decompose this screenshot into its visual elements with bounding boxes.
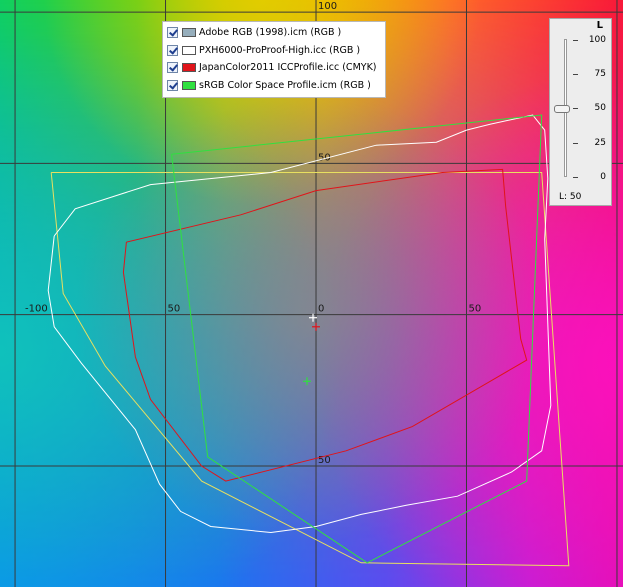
tick-label-x: 50: [468, 304, 481, 315]
legend-label: PXH6000-ProProof-High.icc (RGB ): [199, 44, 361, 56]
legend-item-pxh6000[interactable]: PXH6000-ProProof-High.icc (RGB ): [163, 42, 385, 60]
lightness-readout: L: 50: [559, 192, 582, 202]
legend-swatch: [182, 80, 196, 90]
legend-label: sRGB Color Space Profile.icm (RGB ): [199, 79, 371, 91]
lightness-tick: [573, 143, 578, 144]
lightness-title: L: [596, 20, 603, 31]
tick-label-y: 100: [318, 1, 337, 12]
tick-label-x: 0: [318, 304, 324, 315]
lightness-tick: [573, 177, 578, 178]
legend-item-adobe-rgb[interactable]: Adobe RGB (1998).icm (RGB ): [163, 24, 385, 42]
lightness-tick-label: 25: [594, 138, 606, 148]
lightness-tick-label: 0: [600, 172, 606, 182]
legend-checkbox[interactable]: [167, 27, 178, 39]
lightness-tick: [573, 108, 578, 109]
legend-checkbox[interactable]: [167, 62, 178, 74]
legend-checkbox[interactable]: [167, 79, 178, 91]
lightness-tick: [573, 40, 578, 41]
legend-checkbox[interactable]: [167, 44, 178, 56]
lightness-slider-thumb[interactable]: [554, 104, 570, 113]
legend-item-srgb[interactable]: sRGB Color Space Profile.icm (RGB ): [163, 77, 385, 95]
legend-item-japancolor2011[interactable]: JapanColor2011 ICCProfile.icc (CMYK): [163, 59, 385, 77]
tick-label-x: -100: [25, 304, 48, 315]
legend-swatch: [182, 63, 196, 73]
tick-label-x: 50: [168, 304, 181, 315]
lightness-tick: [573, 74, 578, 75]
lightness-panel: L 100 75 50 25 0 L: 50: [549, 18, 612, 206]
lightness-tick-label: 100: [588, 35, 606, 45]
legend-label: Adobe RGB (1998).icm (RGB ): [199, 27, 342, 39]
legend: Adobe RGB (1998).icm (RGB ) PXH6000-ProP…: [162, 21, 386, 98]
legend-swatch: [182, 45, 196, 55]
lightness-tick-label: 50: [594, 103, 606, 113]
legend-swatch: [182, 28, 196, 38]
lightness-tick-label: 75: [594, 69, 606, 79]
legend-label: JapanColor2011 ICCProfile.icc (CMYK): [199, 62, 377, 74]
